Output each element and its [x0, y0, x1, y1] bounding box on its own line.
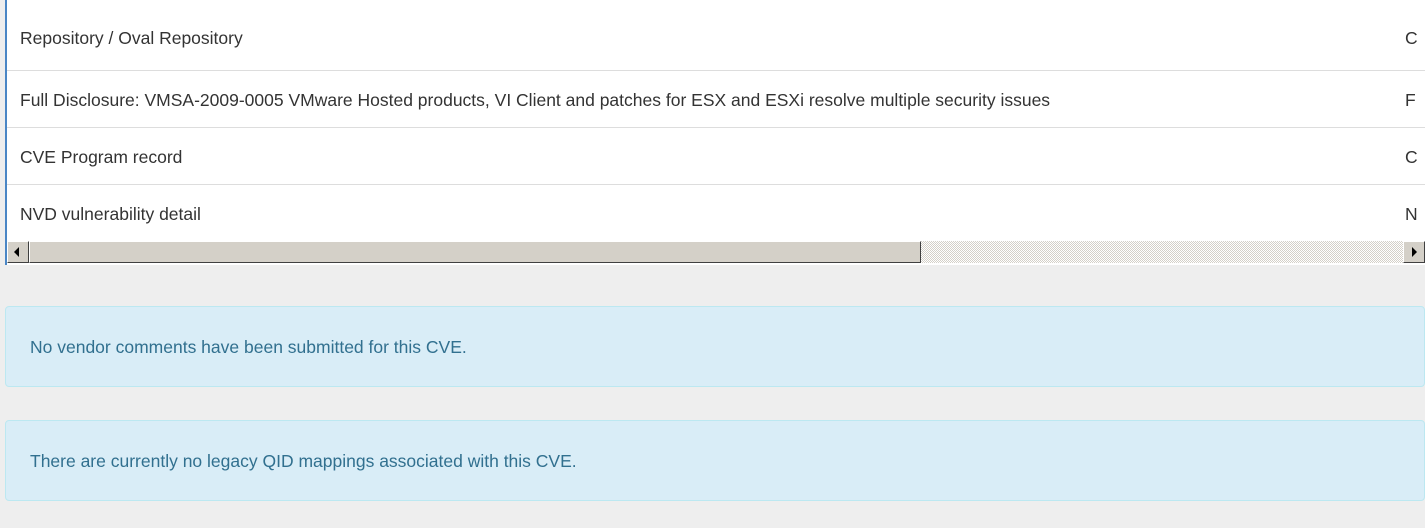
reference-name[interactable]: CVE Program record — [20, 147, 182, 168]
qid-mappings-message: There are currently no legacy QID mappin… — [30, 451, 577, 471]
reference-source: F — [1405, 90, 1416, 110]
scroll-left-button[interactable] — [7, 241, 29, 263]
arrow-left-icon — [14, 247, 19, 257]
table-row[interactable]: CVE Program record C — [7, 128, 1425, 185]
arrow-right-icon — [1412, 247, 1417, 257]
reference-name[interactable]: Full Disclosure: VMSA-2009-0005 VMware H… — [20, 90, 1050, 111]
reference-name[interactable]: NVD vulnerability detail — [20, 204, 201, 225]
table-row[interactable]: Full Disclosure: VMSA-2009-0005 VMware H… — [7, 71, 1425, 128]
qid-mappings-alert: There are currently no legacy QID mappin… — [5, 420, 1425, 501]
table-row[interactable]: NVD vulnerability detail N — [7, 185, 1425, 242]
reference-name[interactable]: Repository / Oval Repository — [20, 28, 243, 49]
reference-source: C — [1405, 28, 1418, 48]
table-row[interactable]: Repository / Oval Repository C — [7, 0, 1425, 71]
vendor-comments-alert: No vendor comments have been submitted f… — [5, 306, 1425, 387]
horizontal-scrollbar[interactable] — [7, 241, 1425, 263]
vendor-comments-message: No vendor comments have been submitted f… — [30, 337, 467, 357]
reference-source: N — [1405, 204, 1418, 224]
scrollbar-thumb[interactable] — [29, 241, 921, 263]
page: Repository / Oval Repository C Full Disc… — [0, 0, 1425, 528]
scroll-right-button[interactable] — [1403, 241, 1425, 263]
references-table: Repository / Oval Repository C Full Disc… — [5, 0, 1425, 265]
reference-source: C — [1405, 147, 1418, 167]
